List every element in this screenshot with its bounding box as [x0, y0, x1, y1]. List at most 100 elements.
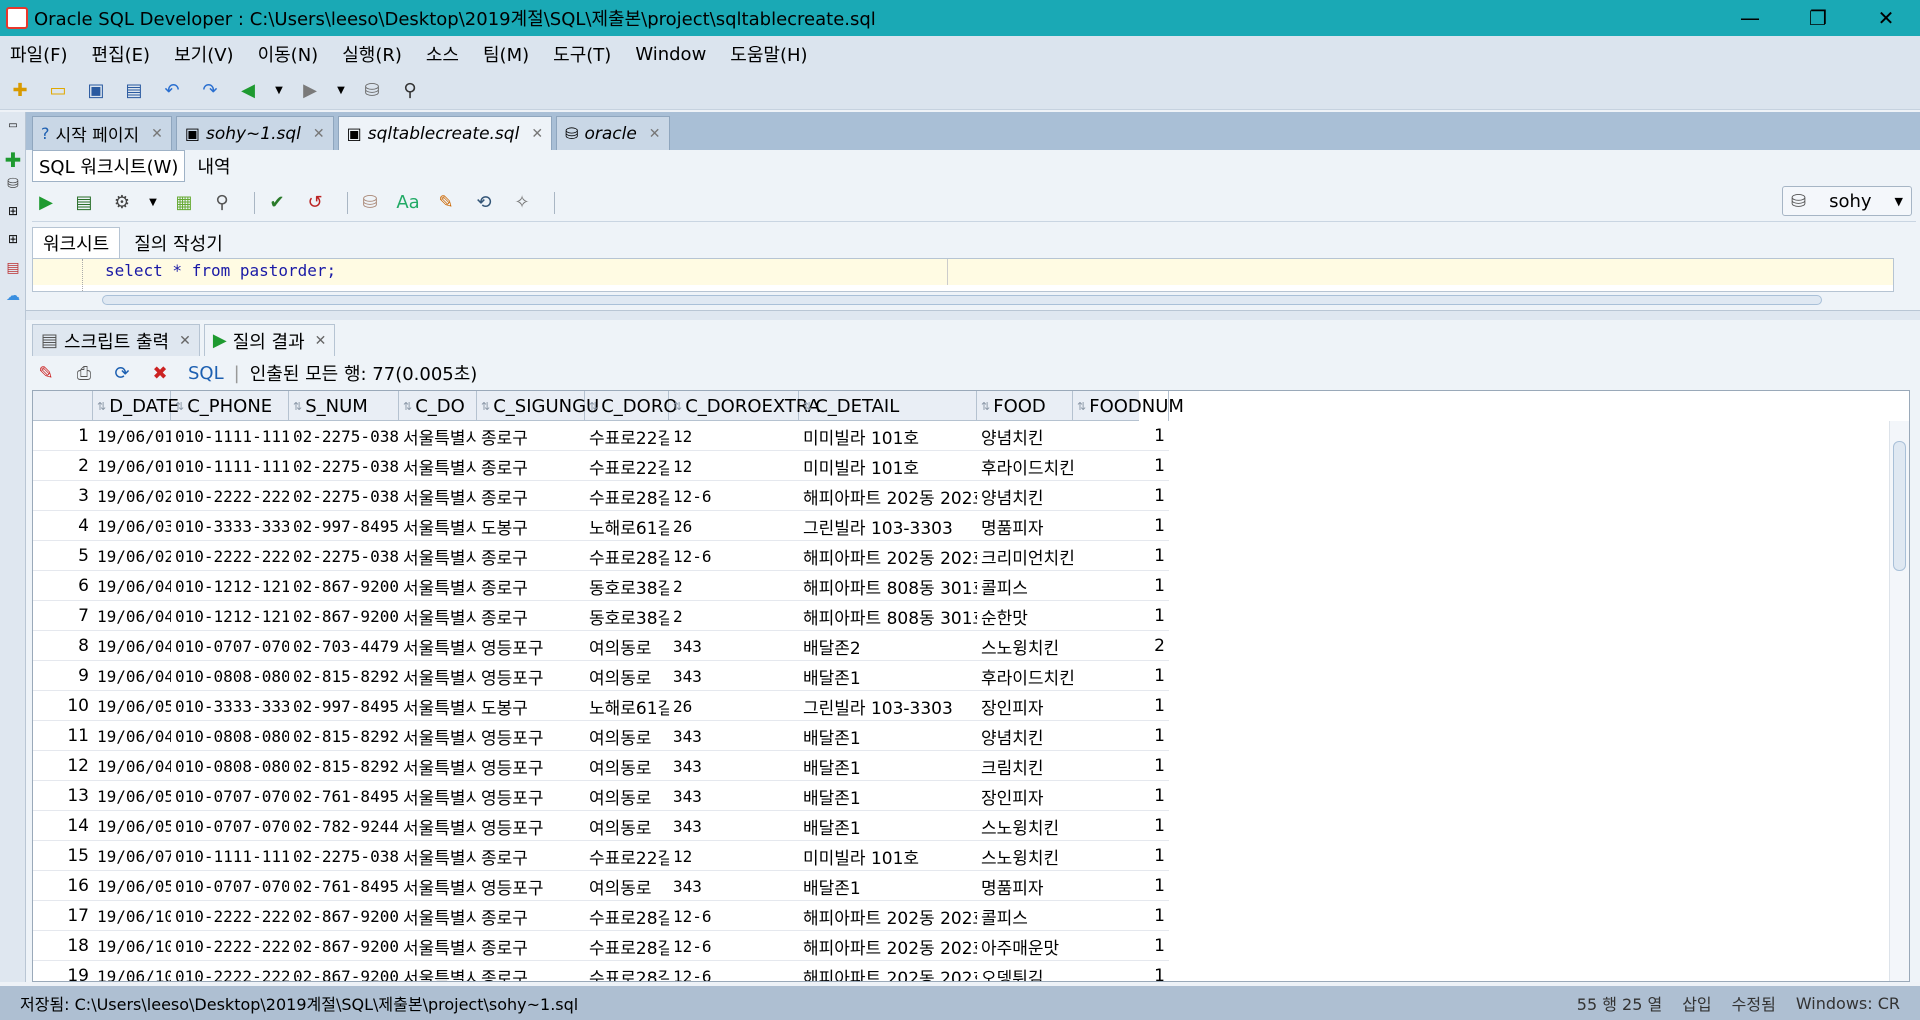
- cell-d-date[interactable]: 19/06/05: [93, 781, 171, 811]
- cell-c-sigungu[interactable]: 종로구: [477, 841, 585, 871]
- menu-window[interactable]: Window: [635, 44, 706, 65]
- cell-d-date[interactable]: 19/06/10: [93, 961, 171, 982]
- cell-foodnum[interactable]: 1: [1073, 481, 1169, 511]
- cell-c-detail[interactable]: 해피아파트 808동 301호: [799, 571, 977, 601]
- cell-c-doroextra[interactable]: 12: [669, 841, 799, 871]
- row-number[interactable]: 4: [33, 511, 93, 541]
- cell-c-phone[interactable]: 010-1111-1111: [171, 451, 289, 481]
- cell-c-doroextra[interactable]: 26: [669, 511, 799, 541]
- cell-food[interactable]: 콜피스: [977, 571, 1073, 601]
- cell-foodnum[interactable]: 1: [1073, 811, 1169, 841]
- back-dropdown-icon[interactable]: ▼: [272, 77, 286, 105]
- pin-icon[interactable]: ✎: [32, 359, 60, 387]
- cell-c-do[interactable]: 서울특별시: [399, 631, 477, 661]
- cell-s-num[interactable]: 02-815-8292: [289, 661, 399, 691]
- cell-s-num[interactable]: 02-782-9244: [289, 811, 399, 841]
- cell-c-sigungu[interactable]: 종로구: [477, 451, 585, 481]
- autotrace-dropdown-icon[interactable]: ▼: [146, 189, 160, 217]
- row-number[interactable]: 17: [33, 901, 93, 931]
- cell-c-do[interactable]: 서울특별시: [399, 451, 477, 481]
- cell-food[interactable]: 오뎅튀김: [977, 961, 1073, 982]
- column-header-c-doroextra[interactable]: ⇅ C_DOROEXTRA: [669, 391, 820, 421]
- cell-c-do[interactable]: 서울특별시: [399, 841, 477, 871]
- cell-food[interactable]: 스노윙치킨: [977, 631, 1073, 661]
- cell-c-doroextra[interactable]: 12-6: [669, 901, 799, 931]
- cell-c-doro[interactable]: 여의동로: [585, 811, 669, 841]
- table-row[interactable]: 19 19/06/10 010-2222-2222 02-867-9200 서울특별시 종…: [33, 961, 1169, 982]
- menu-edit[interactable]: 편집(E): [92, 41, 151, 67]
- cell-c-detail[interactable]: 배달존1: [799, 721, 977, 751]
- cell-c-doro[interactable]: 수표로22길: [585, 841, 669, 871]
- cell-c-detail[interactable]: 배달존1: [799, 871, 977, 901]
- tab-start-page[interactable]: ? 시작 페이지 ✕: [32, 116, 172, 150]
- cell-c-doro[interactable]: 여의동로: [585, 871, 669, 901]
- cell-d-date[interactable]: 19/06/01: [93, 451, 171, 481]
- table-row[interactable]: 3 19/06/02 010-2222-2222 02-2275-0388 서울특별시 종…: [33, 481, 1169, 511]
- cell-c-doroextra[interactable]: 12-6: [669, 961, 799, 982]
- redo-icon[interactable]: ↷: [196, 77, 224, 105]
- cell-food[interactable]: 후라이드치킨: [977, 661, 1073, 691]
- cell-c-do[interactable]: 서울특별시: [399, 421, 477, 451]
- collapse-icon[interactable]: ▭: [3, 120, 23, 140]
- expand-tree-icon-2[interactable]: ⊞: [3, 232, 23, 252]
- cell-d-date[interactable]: 19/06/04: [93, 571, 171, 601]
- cell-c-detail[interactable]: 배달존1: [799, 811, 977, 841]
- sql-tuning-icon[interactable]: ⚲: [208, 189, 236, 217]
- cell-food[interactable]: 양념치킨: [977, 481, 1073, 511]
- cell-c-do[interactable]: 서울특별시: [399, 901, 477, 931]
- delete-icon[interactable]: ✖: [146, 359, 174, 387]
- table-row[interactable]: 13 19/06/05 010-0707-0707 02-761-8495 서울특별시 영…: [33, 781, 1169, 811]
- cell-c-doro[interactable]: 여의동로: [585, 661, 669, 691]
- cell-c-detail[interactable]: 그린빌라 103-3303: [799, 511, 977, 541]
- cell-d-date[interactable]: 19/06/04: [93, 631, 171, 661]
- cell-s-num[interactable]: 02-703-4479: [289, 631, 399, 661]
- cell-c-phone[interactable]: 010-2222-2222: [171, 481, 289, 511]
- cell-c-doroextra[interactable]: 343: [669, 661, 799, 691]
- cell-foodnum[interactable]: 1: [1073, 601, 1169, 631]
- cell-foodnum[interactable]: 1: [1073, 961, 1169, 981]
- cell-d-date[interactable]: 19/06/10: [93, 901, 171, 931]
- row-number[interactable]: 5: [33, 541, 93, 571]
- cell-d-date[interactable]: 19/06/10: [93, 931, 171, 961]
- cell-c-doro[interactable]: 여의동로: [585, 781, 669, 811]
- cell-c-doro[interactable]: 수표로28길: [585, 931, 669, 961]
- save-icon[interactable]: ▣: [82, 77, 110, 105]
- cell-c-phone[interactable]: 010-0707-0707: [171, 781, 289, 811]
- close-tab-icon[interactable]: ✕: [531, 126, 543, 142]
- cell-foodnum[interactable]: 1: [1073, 451, 1169, 481]
- cell-food[interactable]: 양념치킨: [977, 721, 1073, 751]
- table-row[interactable]: 8 19/06/04 010-0707-0707 02-703-4479 서울특별시 영등…: [33, 631, 1169, 661]
- cell-c-sigungu[interactable]: 종로구: [477, 961, 585, 982]
- cell-food[interactable]: 크리미언치킨: [977, 541, 1073, 571]
- cell-s-num[interactable]: 02-815-8292: [289, 751, 399, 781]
- table-row[interactable]: 15 19/06/07 010-1111-1111 02-2275-0388 서울특별시…: [33, 841, 1169, 871]
- table-row[interactable]: 1 19/06/01 010-1111-1111 02-2275-0388 서울특별시 종…: [33, 421, 1169, 451]
- cell-food[interactable]: 아주매운맛: [977, 931, 1073, 961]
- cell-c-phone[interactable]: 010-0707-0707: [171, 811, 289, 841]
- table-row[interactable]: 10 19/06/05 010-3333-3333 02-997-8495 서울특별시 도…: [33, 691, 1169, 721]
- forward-icon[interactable]: ▶: [296, 77, 324, 105]
- cell-c-do[interactable]: 서울특별시: [399, 691, 477, 721]
- cell-c-phone[interactable]: 010-0808-0808: [171, 661, 289, 691]
- cell-c-doro[interactable]: 노해로61길: [585, 511, 669, 541]
- cell-c-detail[interactable]: 해피아파트 202동 202호: [799, 541, 977, 571]
- cell-d-date[interactable]: 19/06/03: [93, 511, 171, 541]
- table-row[interactable]: 11 19/06/04 010-0808-0808 02-815-8292 서울특별시 영…: [33, 721, 1169, 751]
- cell-c-do[interactable]: 서울특별시: [399, 481, 477, 511]
- cell-c-doro[interactable]: 동호로38길: [585, 601, 669, 631]
- cell-s-num[interactable]: 02-867-9200: [289, 571, 399, 601]
- cell-c-phone[interactable]: 010-0707-0707: [171, 631, 289, 661]
- cell-c-phone[interactable]: 010-2222-2222: [171, 931, 289, 961]
- cell-c-do[interactable]: 서울특별시: [399, 721, 477, 751]
- tab-history[interactable]: 내역: [191, 151, 236, 181]
- run-script-icon[interactable]: ▤: [70, 189, 98, 217]
- close-button[interactable]: ✕: [1852, 0, 1920, 36]
- table-row[interactable]: 6 19/06/04 010-1212-1212 02-867-9200 서울특별시 종로…: [33, 571, 1169, 601]
- row-number[interactable]: 9: [33, 661, 93, 691]
- cell-c-sigungu[interactable]: 종로구: [477, 931, 585, 961]
- cell-c-sigungu[interactable]: 도봉구: [477, 691, 585, 721]
- sql-text[interactable]: select * from pastorder;: [105, 261, 336, 280]
- cell-c-detail[interactable]: 미미빌라 101호: [799, 421, 977, 451]
- cell-c-doro[interactable]: 동호로38길: [585, 571, 669, 601]
- cell-c-doro[interactable]: 여의동로: [585, 631, 669, 661]
